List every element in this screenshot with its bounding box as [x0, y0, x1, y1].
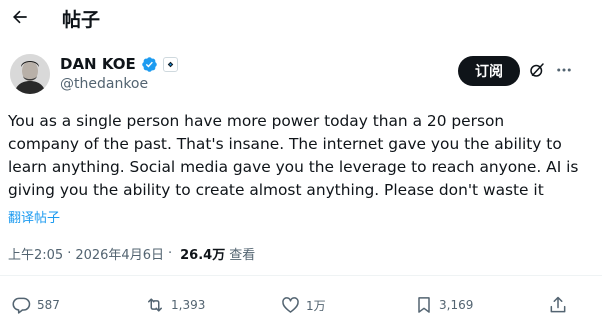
top-bar: 帖子: [0, 0, 602, 36]
grok-icon: [530, 63, 544, 77]
meta-separator: ·: [167, 246, 173, 261]
back-button[interactable]: [6, 3, 34, 31]
grok-button[interactable]: [526, 59, 548, 81]
post-line: company of the past. That's insane. The …: [8, 135, 562, 153]
translate-post-link[interactable]: 翻译帖子: [8, 207, 60, 226]
repost-count: 1,393: [171, 298, 206, 312]
affiliation-badge-icon[interactable]: [162, 56, 178, 72]
heart-icon: [282, 297, 299, 313]
arrow-left-icon: [13, 10, 27, 24]
divider: [0, 275, 602, 276]
reply-button[interactable]: 587: [12, 292, 60, 318]
post-time[interactable]: 上午2:05: [8, 244, 63, 263]
subscribe-button[interactable]: 订阅: [458, 56, 520, 86]
meta-separator: ·: [67, 246, 72, 261]
share-icon: [550, 296, 566, 313]
post-line: giving you the ability to create almost …: [8, 181, 544, 199]
bookmark-count: 3,169: [439, 298, 474, 312]
share-button[interactable]: [548, 292, 568, 318]
post-date[interactable]: 2026年4月6日: [75, 244, 164, 263]
author-name[interactable]: DAN KOE: [60, 55, 136, 73]
avatar-image: [10, 54, 50, 94]
reply-count: 587: [37, 298, 60, 312]
more-options-button[interactable]: [552, 59, 576, 81]
author-handle[interactable]: @thedankoe: [60, 76, 148, 92]
like-count: 1万: [306, 298, 326, 313]
page-title: 帖子: [62, 9, 101, 31]
affiliation-logo-icon: [165, 59, 175, 69]
bookmark-button[interactable]: 3,169: [414, 292, 473, 318]
verified-badge-icon: [142, 56, 157, 72]
views-label: 查看: [229, 248, 256, 263]
author-row: DAN KOE: [60, 54, 178, 74]
repost-button[interactable]: 1,393: [144, 292, 205, 318]
bookmark-icon: [418, 297, 430, 313]
views-count: 26.4万: [180, 248, 226, 263]
repost-icon: [148, 298, 162, 312]
post-line: You as a single person have more power t…: [8, 112, 505, 130]
post-text: You as a single person have more power t…: [8, 110, 594, 202]
reply-icon: [12, 297, 31, 314]
like-button[interactable]: 1万: [280, 292, 326, 318]
post-meta: 上午2:05 · 2026年4月6日 · 26.4万 查看: [8, 244, 255, 263]
post-line: learn anything. Social media gave you th…: [8, 158, 579, 176]
action-bar: 587 1,393 1万 3,169: [0, 292, 602, 318]
more-horizontal-icon: [557, 68, 571, 72]
avatar[interactable]: [10, 54, 50, 94]
